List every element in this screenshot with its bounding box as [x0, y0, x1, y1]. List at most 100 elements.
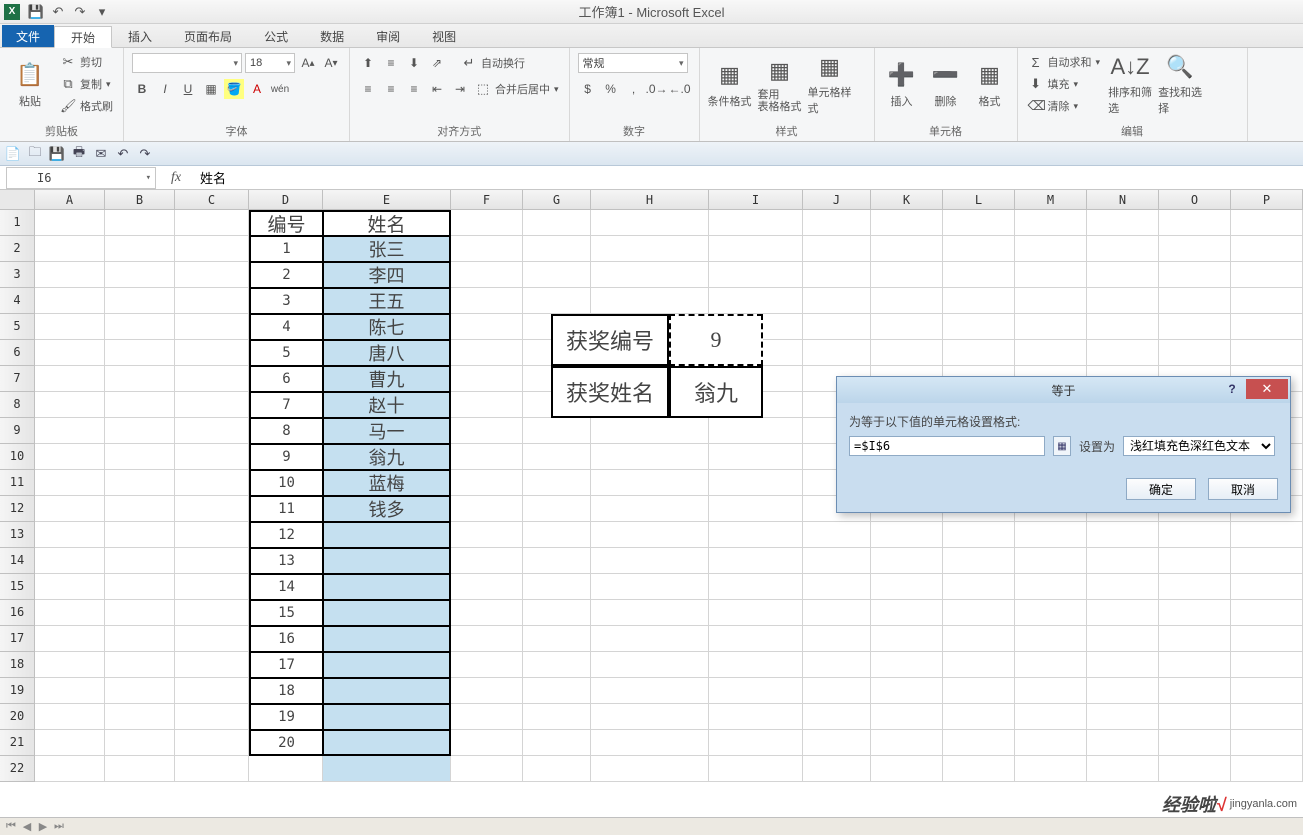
- cell-L16[interactable]: [943, 600, 1015, 626]
- cell-H12[interactable]: [591, 496, 709, 522]
- cell-K5[interactable]: [871, 314, 943, 340]
- cell-F7[interactable]: [451, 366, 523, 392]
- cell-I19[interactable]: [709, 678, 803, 704]
- inc-decimal-button[interactable]: .0→: [647, 79, 667, 99]
- table-format-button[interactable]: ▦套用 表格格式: [758, 52, 802, 116]
- cell-N1[interactable]: [1087, 210, 1159, 236]
- tab-layout[interactable]: 页面布局: [168, 25, 248, 47]
- cell-style-button[interactable]: ▦单元格样式: [808, 52, 852, 116]
- cell-O6[interactable]: [1159, 340, 1231, 366]
- cell-M14[interactable]: [1015, 548, 1087, 574]
- cell-A4[interactable]: [35, 288, 105, 314]
- cell-J14[interactable]: [803, 548, 871, 574]
- col-header-N[interactable]: N: [1087, 190, 1159, 210]
- cell-E3[interactable]: 李四: [323, 262, 451, 288]
- cell-J19[interactable]: [803, 678, 871, 704]
- cell-F3[interactable]: [451, 262, 523, 288]
- col-header-K[interactable]: K: [871, 190, 943, 210]
- cell-O21[interactable]: [1159, 730, 1231, 756]
- cell-D2[interactable]: 1: [249, 236, 323, 262]
- align-middle-button[interactable]: ≡: [381, 53, 401, 73]
- cell-O3[interactable]: [1159, 262, 1231, 288]
- cell-F5[interactable]: [451, 314, 523, 340]
- cell-E19[interactable]: [323, 678, 451, 704]
- cell-O15[interactable]: [1159, 574, 1231, 600]
- undo-icon[interactable]: ↶: [50, 4, 66, 20]
- cell-H17[interactable]: [591, 626, 709, 652]
- cell-H4[interactable]: [591, 288, 709, 314]
- cell-N15[interactable]: [1087, 574, 1159, 600]
- cell-B3[interactable]: [105, 262, 175, 288]
- cell-B12[interactable]: [105, 496, 175, 522]
- cell-J6[interactable]: [803, 340, 871, 366]
- cell-M5[interactable]: [1015, 314, 1087, 340]
- cell-C19[interactable]: [175, 678, 249, 704]
- align-top-button[interactable]: ⬆: [358, 53, 378, 73]
- cell-K14[interactable]: [871, 548, 943, 574]
- cell-D13[interactable]: 12: [249, 522, 323, 548]
- cell-G11[interactable]: [523, 470, 591, 496]
- cell-A6[interactable]: [35, 340, 105, 366]
- cell-C3[interactable]: [175, 262, 249, 288]
- cell-K6[interactable]: [871, 340, 943, 366]
- dialog-title-bar[interactable]: 等于 ? ✕: [837, 377, 1290, 403]
- cell-N2[interactable]: [1087, 236, 1159, 262]
- cell-F9[interactable]: [451, 418, 523, 444]
- nav-next-icon[interactable]: ▶: [36, 820, 50, 833]
- cell-I11[interactable]: [709, 470, 803, 496]
- cell-B19[interactable]: [105, 678, 175, 704]
- dialog-close-button[interactable]: ✕: [1246, 379, 1288, 399]
- cell-I2[interactable]: [709, 236, 803, 262]
- cell-K3[interactable]: [871, 262, 943, 288]
- cell-G14[interactable]: [523, 548, 591, 574]
- cell-B5[interactable]: [105, 314, 175, 340]
- cell-A19[interactable]: [35, 678, 105, 704]
- cell-P6[interactable]: [1231, 340, 1303, 366]
- cell-G22[interactable]: [523, 756, 591, 782]
- nav-last-icon[interactable]: ⏭: [52, 820, 66, 833]
- cell-O20[interactable]: [1159, 704, 1231, 730]
- cell-F19[interactable]: [451, 678, 523, 704]
- cell-P19[interactable]: [1231, 678, 1303, 704]
- cell-L1[interactable]: [943, 210, 1015, 236]
- row-header-14[interactable]: 14: [0, 548, 35, 574]
- grow-font-button[interactable]: A▴: [298, 53, 318, 73]
- align-bottom-button[interactable]: ⬇: [404, 53, 424, 73]
- cell-B9[interactable]: [105, 418, 175, 444]
- sb-icon-1[interactable]: 📄: [4, 145, 22, 163]
- save-icon[interactable]: 💾: [28, 4, 44, 20]
- cell-C21[interactable]: [175, 730, 249, 756]
- cell-E14[interactable]: [323, 548, 451, 574]
- align-center-button[interactable]: ≡: [381, 79, 401, 99]
- cell-B10[interactable]: [105, 444, 175, 470]
- cell-K4[interactable]: [871, 288, 943, 314]
- col-header-B[interactable]: B: [105, 190, 175, 210]
- sb-icon-5[interactable]: ✉: [92, 145, 110, 163]
- delete-button[interactable]: ➖删除: [927, 52, 965, 116]
- dec-decimal-button[interactable]: ←.0: [670, 79, 690, 99]
- cell-C2[interactable]: [175, 236, 249, 262]
- cell-M13[interactable]: [1015, 522, 1087, 548]
- row-header-2[interactable]: 2: [0, 236, 35, 262]
- cell-E2[interactable]: 张三: [323, 236, 451, 262]
- cell-J22[interactable]: [803, 756, 871, 782]
- cell-G16[interactable]: [523, 600, 591, 626]
- cell-D16[interactable]: 15: [249, 600, 323, 626]
- cell-H10[interactable]: [591, 444, 709, 470]
- cell-I10[interactable]: [709, 444, 803, 470]
- cell-D11[interactable]: 10: [249, 470, 323, 496]
- cell-D18[interactable]: 17: [249, 652, 323, 678]
- dialog-help-icon[interactable]: ?: [1222, 380, 1242, 398]
- row-header-16[interactable]: 16: [0, 600, 35, 626]
- tab-home[interactable]: 开始: [54, 26, 112, 48]
- cell-A15[interactable]: [35, 574, 105, 600]
- nav-first-icon[interactable]: ⏮: [4, 820, 18, 833]
- row-header-15[interactable]: 15: [0, 574, 35, 600]
- cell-L13[interactable]: [943, 522, 1015, 548]
- cell-B2[interactable]: [105, 236, 175, 262]
- row-header-18[interactable]: 18: [0, 652, 35, 678]
- cell-K2[interactable]: [871, 236, 943, 262]
- cell-H19[interactable]: [591, 678, 709, 704]
- file-tab[interactable]: 文件: [2, 25, 54, 47]
- cell-O14[interactable]: [1159, 548, 1231, 574]
